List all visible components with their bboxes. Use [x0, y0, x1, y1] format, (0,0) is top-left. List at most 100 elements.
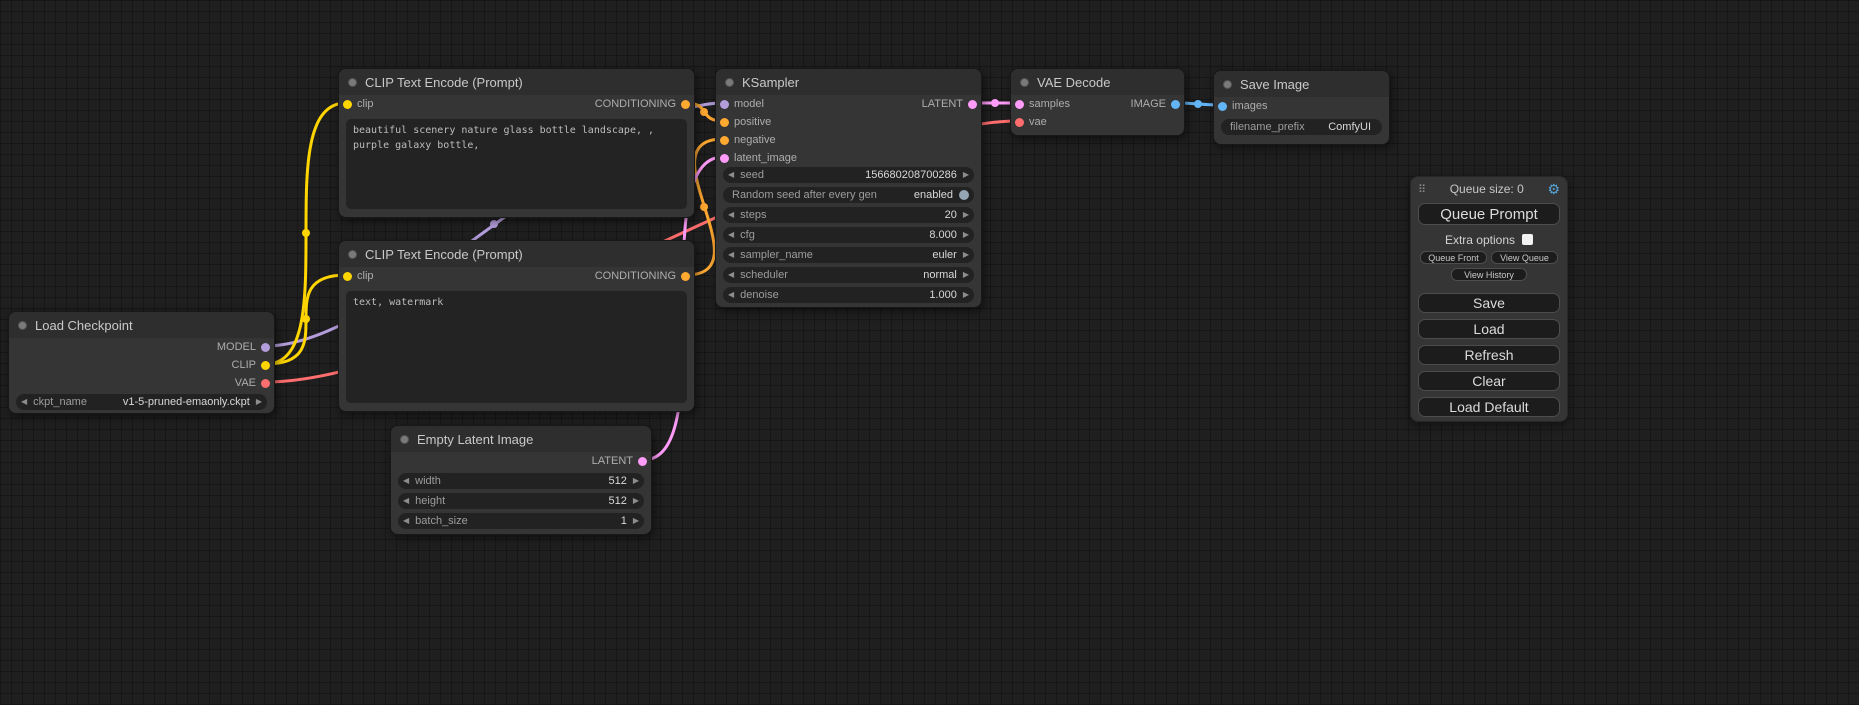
clip-input-slot[interactable] — [343, 272, 352, 281]
link-midpoint-dot — [302, 229, 310, 237]
increment-arrow-icon[interactable]: ▶ — [963, 171, 969, 179]
clip-output-slot[interactable] — [261, 361, 270, 370]
collapse-dot-icon[interactable] — [725, 78, 734, 87]
filename-prefix-widget[interactable]: filename_prefix ComfyUI — [1221, 119, 1382, 135]
vae-output-slot[interactable] — [261, 379, 270, 388]
conditioning-output-slot[interactable] — [681, 100, 690, 109]
widget-value: 156680208700286 — [865, 169, 957, 181]
scheduler-widget[interactable]: ◀ scheduler normal ▶ — [723, 267, 974, 283]
negative-input-slot[interactable] — [720, 136, 729, 145]
latent-image-input-slot[interactable] — [720, 154, 729, 163]
collapse-dot-icon[interactable] — [1223, 80, 1232, 89]
decrement-arrow-icon[interactable]: ◀ — [728, 231, 734, 239]
sampler-name-widget[interactable]: ◀ sampler_name euler ▶ — [723, 247, 974, 263]
node-save-image[interactable]: Save Image images filename_prefix ComfyU… — [1213, 70, 1390, 145]
view-queue-button[interactable]: View Queue — [1491, 251, 1558, 264]
image-output-slot[interactable] — [1171, 100, 1180, 109]
height-widget[interactable]: ◀ height 512 ▶ — [398, 493, 644, 509]
clip-input-slot[interactable] — [343, 100, 352, 109]
samples-input-slot[interactable] — [1015, 100, 1024, 109]
images-input-slot[interactable] — [1218, 102, 1227, 111]
decrement-arrow-icon[interactable]: ◀ — [403, 477, 409, 485]
slot-row: images — [1214, 97, 1389, 115]
latent-output-slot[interactable] — [638, 457, 647, 466]
latent-output-slot[interactable] — [968, 100, 977, 109]
increment-arrow-icon[interactable]: ▶ — [963, 211, 969, 219]
node-clip-text-encode-negative[interactable]: CLIP Text Encode (Prompt) clip CONDITION… — [338, 240, 695, 412]
node-clip-text-encode-positive[interactable]: CLIP Text Encode (Prompt) clip CONDITION… — [338, 68, 695, 218]
decrement-arrow-icon[interactable]: ◀ — [728, 171, 734, 179]
increment-arrow-icon[interactable]: ▶ — [256, 398, 262, 406]
collapse-dot-icon[interactable] — [18, 321, 27, 330]
queue-prompt-button[interactable]: Queue Prompt — [1418, 203, 1560, 225]
widget-label: width — [415, 475, 441, 487]
node-title-bar[interactable]: VAE Decode — [1011, 69, 1184, 95]
positive-input-slot[interactable] — [720, 118, 729, 127]
model-input-slot[interactable] — [720, 100, 729, 109]
load-default-button[interactable]: Load Default — [1418, 397, 1560, 417]
node-title-bar[interactable]: CLIP Text Encode (Prompt) — [339, 69, 694, 95]
model-output-label: MODEL — [217, 341, 256, 353]
image-output-label: IMAGE — [1131, 98, 1166, 110]
denoise-widget[interactable]: ◀ denoise 1.000 ▶ — [723, 287, 974, 303]
width-widget[interactable]: ◀ width 512 ▶ — [398, 473, 644, 489]
increment-arrow-icon[interactable]: ▶ — [633, 497, 639, 505]
decrement-arrow-icon[interactable]: ◀ — [728, 211, 734, 219]
node-title-bar[interactable]: KSampler — [716, 69, 981, 95]
refresh-button[interactable]: Refresh — [1418, 345, 1560, 365]
decrement-arrow-icon[interactable]: ◀ — [403, 517, 409, 525]
cfg-widget[interactable]: ◀ cfg 8.000 ▶ — [723, 227, 974, 243]
queue-menu-panel: ⠿ Queue size: 0 ⚙ Queue Prompt Extra opt… — [1410, 176, 1568, 422]
conditioning-output-slot[interactable] — [681, 272, 690, 281]
decrement-arrow-icon[interactable]: ◀ — [728, 291, 734, 299]
node-title-bar[interactable]: CLIP Text Encode (Prompt) — [339, 241, 694, 267]
node-load-checkpoint[interactable]: Load Checkpoint MODEL CLIP VAE ◀ ckpt_na… — [8, 311, 275, 414]
load-button[interactable]: Load — [1418, 319, 1560, 339]
increment-arrow-icon[interactable]: ▶ — [633, 517, 639, 525]
collapse-dot-icon[interactable] — [348, 78, 357, 87]
steps-widget[interactable]: ◀ steps 20 ▶ — [723, 207, 974, 223]
queue-front-button[interactable]: Queue Front — [1420, 251, 1487, 264]
slot-row: negative — [716, 131, 981, 149]
increment-arrow-icon[interactable]: ▶ — [963, 291, 969, 299]
node-title-bar[interactable]: Save Image — [1214, 71, 1389, 97]
widget-value: euler — [932, 249, 956, 261]
node-empty-latent-image[interactable]: Empty Latent Image LATENT ◀ width 512 ▶ … — [390, 425, 652, 535]
queue-buttons-row: Queue Front View Queue — [1420, 251, 1558, 264]
settings-gear-icon[interactable]: ⚙ — [1547, 182, 1560, 196]
drag-handle-icon[interactable]: ⠿ — [1418, 183, 1426, 196]
collapse-dot-icon[interactable] — [348, 250, 357, 259]
node-title-bar[interactable]: Load Checkpoint — [9, 312, 274, 338]
node-title: Empty Latent Image — [417, 432, 533, 447]
decrement-arrow-icon[interactable]: ◀ — [403, 497, 409, 505]
view-history-button[interactable]: View History — [1451, 268, 1527, 281]
clear-button[interactable]: Clear — [1418, 371, 1560, 391]
increment-arrow-icon[interactable]: ▶ — [963, 271, 969, 279]
collapse-dot-icon[interactable] — [1020, 78, 1029, 87]
decrement-arrow-icon[interactable]: ◀ — [728, 271, 734, 279]
ckpt-name-widget[interactable]: ◀ ckpt_name v1-5-pruned-emaonly.ckpt ▶ — [16, 394, 267, 410]
increment-arrow-icon[interactable]: ▶ — [963, 231, 969, 239]
extra-options-checkbox[interactable] — [1522, 234, 1533, 245]
vae-input-slot[interactable] — [1015, 118, 1024, 127]
random-seed-toggle-widget[interactable]: Random seed after every gen enabled — [723, 187, 974, 203]
toggle-knob-icon[interactable] — [959, 190, 969, 200]
decrement-arrow-icon[interactable]: ◀ — [21, 398, 27, 406]
node-title-bar[interactable]: Empty Latent Image — [391, 426, 651, 452]
prompt-textarea[interactable]: text, watermark — [346, 291, 687, 403]
increment-arrow-icon[interactable]: ▶ — [963, 251, 969, 259]
negative-input-label: negative — [734, 134, 776, 146]
increment-arrow-icon[interactable]: ▶ — [633, 477, 639, 485]
widget-value: 20 — [945, 209, 957, 221]
batch-size-widget[interactable]: ◀ batch_size 1 ▶ — [398, 513, 644, 529]
node-ksampler[interactable]: KSampler model LATENT positive negative … — [715, 68, 982, 308]
decrement-arrow-icon[interactable]: ◀ — [728, 251, 734, 259]
seed-widget[interactable]: ◀ seed 156680208700286 ▶ — [723, 167, 974, 183]
widget-label: Random seed after every gen — [732, 189, 877, 201]
model-output-slot[interactable] — [261, 343, 270, 352]
node-vae-decode[interactable]: VAE Decode samples IMAGE vae — [1010, 68, 1185, 136]
slot-row: model LATENT — [716, 95, 981, 113]
prompt-textarea[interactable]: beautiful scenery nature glass bottle la… — [346, 119, 687, 209]
save-button[interactable]: Save — [1418, 293, 1560, 313]
collapse-dot-icon[interactable] — [400, 435, 409, 444]
